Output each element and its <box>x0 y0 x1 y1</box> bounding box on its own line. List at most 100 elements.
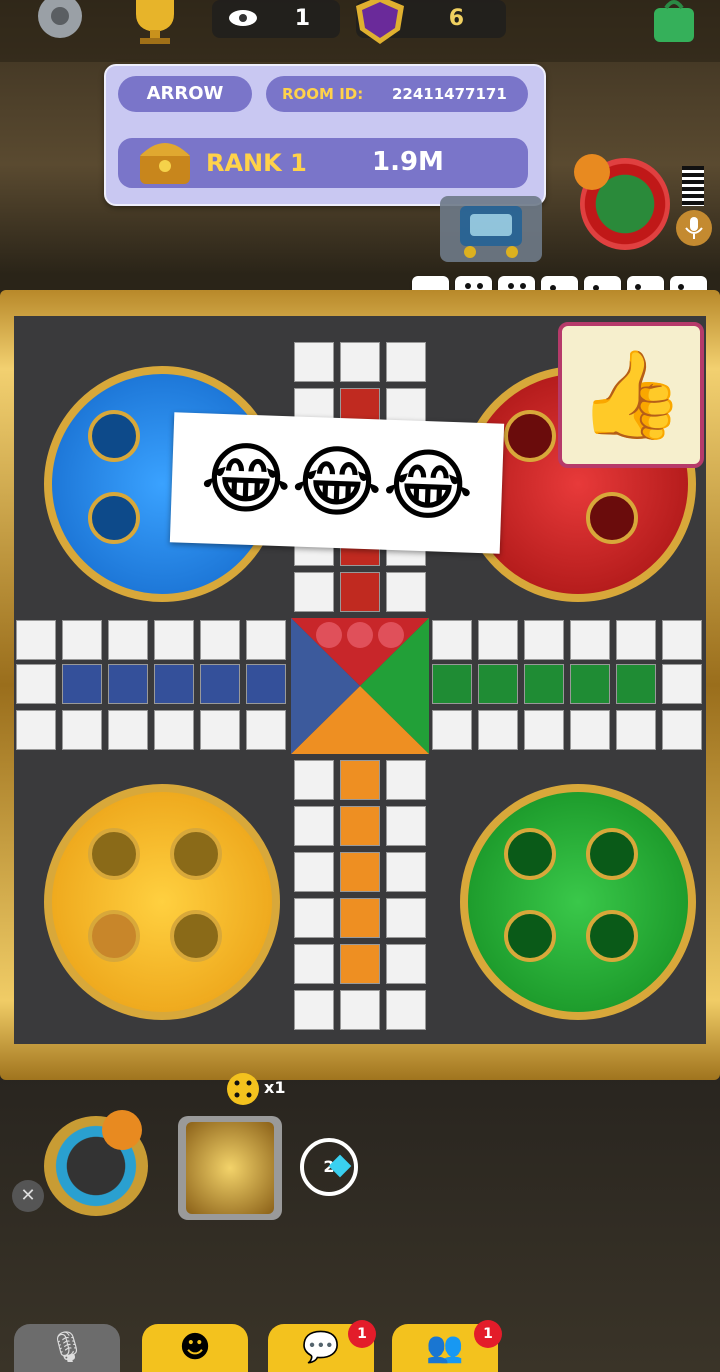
track-cell <box>386 342 426 382</box>
blue-home-lane-cell <box>200 664 240 704</box>
emoji-button[interactable]: ☻ <box>142 1324 248 1372</box>
red-token-slot <box>586 492 638 544</box>
track-cell <box>386 990 426 1030</box>
track-cell <box>108 710 148 750</box>
rank-label: RANK 1 <box>206 149 307 177</box>
green-home-lane-cell <box>432 664 472 704</box>
signal-bars-icon <box>682 166 704 206</box>
robot-icon <box>460 206 522 258</box>
red-token-slot <box>504 410 556 462</box>
smiley-icon: ☻ <box>179 1330 211 1365</box>
yellow-home-lane-cell <box>340 760 380 800</box>
microphone-icon[interactable] <box>676 210 712 246</box>
track-cell <box>200 620 240 660</box>
yellow-token-slot <box>170 828 222 880</box>
track-cell <box>478 710 518 750</box>
track-cell <box>294 944 334 984</box>
prize-coins: 1.9M <box>372 147 444 177</box>
room-id-value: 22411477171 <box>392 85 507 103</box>
track-cell <box>386 898 426 938</box>
player-mic-muted-icon: ✕ <box>12 1180 44 1212</box>
track-cell <box>340 990 380 1030</box>
green-token-slot <box>504 910 556 962</box>
track-cell <box>200 710 240 750</box>
yellow-home-lane-cell <box>340 806 380 846</box>
track-cell <box>154 620 194 660</box>
track-cell <box>570 710 610 750</box>
trophy-icon[interactable] <box>122 0 188 46</box>
track-cell <box>386 760 426 800</box>
yellow-home-lane-cell <box>340 898 380 938</box>
track-cell <box>294 760 334 800</box>
track-cell <box>62 710 102 750</box>
shield-count-pill: 6 <box>356 0 506 44</box>
shield-count: 6 <box>448 6 464 31</box>
track-cell <box>154 710 194 750</box>
green-home-lane-cell <box>570 664 610 704</box>
blue-token-slot <box>88 492 140 544</box>
yellow-token-slot <box>88 828 140 880</box>
track-cell <box>524 710 564 750</box>
yellow-home-lane-cell <box>340 852 380 892</box>
green-home-base <box>460 784 696 1020</box>
green-token-slot <box>586 910 638 962</box>
track-cell <box>16 620 56 660</box>
yellow-lion-token[interactable] <box>88 910 140 962</box>
dice-multiplier: x1 <box>226 1072 296 1105</box>
track-cell <box>386 944 426 984</box>
track-cell <box>246 710 286 750</box>
track-cell <box>662 710 702 750</box>
friends-icon: 👥 <box>426 1330 464 1365</box>
chat-notification-badge: 1 <box>348 1320 376 1348</box>
track-cell <box>432 710 472 750</box>
track-cell <box>16 664 56 704</box>
golden-helmet-icon[interactable] <box>186 1122 274 1214</box>
track-cell <box>340 342 380 382</box>
room-id-label: ROOM ID: <box>282 85 364 103</box>
dice-multiplier-text: x1 <box>264 1078 286 1097</box>
game-mode-label: ARROW <box>118 76 252 112</box>
blue-home-lane-cell <box>108 664 148 704</box>
track-cell <box>478 620 518 660</box>
settings-gear-icon[interactable] <box>30 0 94 44</box>
track-cell <box>386 572 426 612</box>
track-cell <box>16 710 56 750</box>
track-cell <box>294 898 334 938</box>
opponent-emote-frame <box>440 196 542 262</box>
rank-pill: RANK 1 1.9M <box>118 138 528 188</box>
blue-home-lane-cell <box>154 664 194 704</box>
yellow-token-slot <box>170 910 222 962</box>
mute-mic-button[interactable]: 🎙 <box>14 1324 120 1372</box>
green-token-slot <box>504 828 556 880</box>
shopping-bag-icon[interactable] <box>648 0 700 44</box>
track-cell <box>432 620 472 660</box>
track-cell <box>386 806 426 846</box>
room-id-pill: ROOM ID: 22411477171 <box>266 76 528 112</box>
treasure-chest-icon <box>140 143 190 184</box>
green-home-lane-cell <box>616 664 656 704</box>
emoji-reaction-sticker: 😂😂😂 <box>169 412 505 554</box>
eye-icon <box>229 10 257 26</box>
yellow-home-base <box>44 784 280 1020</box>
track-cell <box>246 620 286 660</box>
dice-icon <box>227 1073 259 1105</box>
gift-icon[interactable] <box>574 154 610 190</box>
track-cell <box>616 710 656 750</box>
track-cell <box>108 620 148 660</box>
track-cell <box>294 990 334 1030</box>
yellow-home-lane-cell <box>340 944 380 984</box>
thumbs-up-emote: 👍 <box>558 322 704 468</box>
track-cell <box>294 806 334 846</box>
track-cell <box>662 620 702 660</box>
track-cell <box>294 852 334 892</box>
blue-home-lane-cell <box>62 664 102 704</box>
microphone-off-icon: 🎙 <box>47 1330 87 1365</box>
track-cell <box>294 572 334 612</box>
blue-home-lane-cell <box>246 664 286 704</box>
shield-icon <box>356 0 404 44</box>
track-cell <box>62 620 102 660</box>
player-gift-icon[interactable] <box>102 1110 142 1150</box>
viewer-count: 1 <box>294 6 310 31</box>
blue-token-slot <box>88 410 140 462</box>
green-home-lane-cell <box>478 664 518 704</box>
